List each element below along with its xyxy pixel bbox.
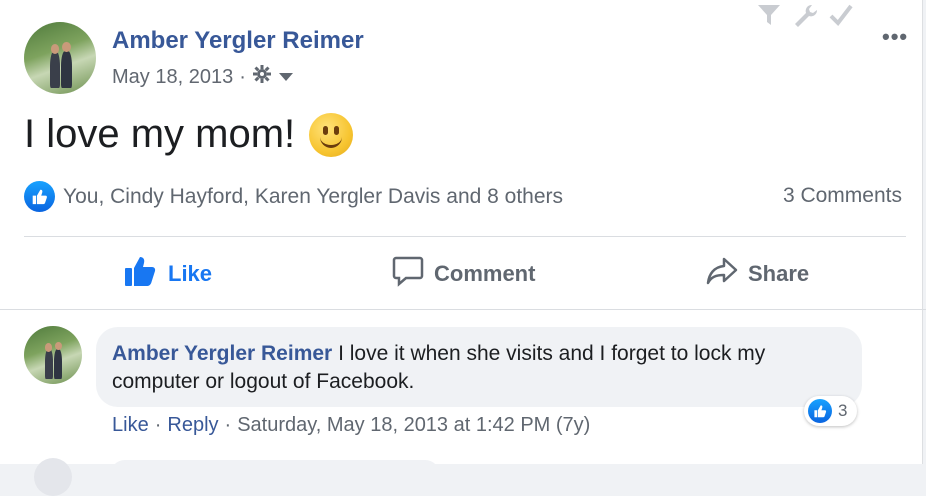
post-body: I love my mom! <box>24 112 354 157</box>
comment-actions: Like · Reply · Saturday, May 18, 2013 at… <box>112 414 590 437</box>
commenter-avatar[interactable] <box>24 326 82 384</box>
filter-icon[interactable] <box>756 2 782 35</box>
next-comment-bubble <box>110 460 440 490</box>
share-arrow-icon <box>706 256 738 292</box>
author-avatar[interactable] <box>24 22 96 94</box>
comment-reactions-badge[interactable]: 3 <box>804 396 858 426</box>
comments-count-link[interactable]: 3 Comments <box>783 184 902 208</box>
comment-body: Amber Yergler Reimer I love it when she … <box>112 340 858 396</box>
wrench-icon[interactable] <box>792 2 818 35</box>
reactions-summary[interactable]: You, Cindy Hayford, Karen Yergler Davis … <box>24 181 563 212</box>
like-button-label: Like <box>168 261 213 286</box>
privacy-gear-icon[interactable] <box>252 64 272 90</box>
share-button-label: Share <box>748 261 810 286</box>
post-text: I love my mom! <box>24 112 296 156</box>
post-date[interactable]: May 18, 2013 <box>112 66 233 89</box>
separator: · <box>224 414 232 436</box>
moderation-tools <box>756 2 854 35</box>
like-reaction-icon <box>808 399 832 423</box>
reactions-names[interactable]: You, Cindy Hayford, Karen Yergler Davis … <box>63 185 563 209</box>
meta-separator: · <box>239 65 246 88</box>
like-button[interactable]: Like <box>124 252 212 296</box>
comment-button[interactable]: Comment <box>392 252 535 296</box>
checkmark-icon[interactable] <box>828 2 854 35</box>
comment-reaction-count: 3 <box>838 401 848 420</box>
divider <box>24 236 906 237</box>
like-reaction-icon <box>24 181 55 212</box>
more-options-icon[interactable]: ••• <box>882 24 908 50</box>
post-meta: May 18, 2013 · <box>112 64 294 90</box>
separator: · <box>154 414 162 436</box>
divider <box>0 309 926 310</box>
comment-like-link[interactable]: Like <box>112 414 149 437</box>
share-button[interactable]: Share <box>706 252 809 296</box>
post-author-name[interactable]: Amber Yergler Reimer <box>112 27 364 55</box>
comment-author-name[interactable]: Amber Yergler Reimer <box>112 342 332 365</box>
chevron-down-icon[interactable] <box>278 66 294 89</box>
speech-bubble-icon <box>392 255 424 293</box>
comment-timestamp[interactable]: Saturday, May 18, 2013 at 1:42 PM (7y) <box>237 414 590 437</box>
comment-button-label: Comment <box>434 261 536 286</box>
comment-reply-link[interactable]: Reply <box>167 414 218 437</box>
smiling-face-icon <box>309 112 354 157</box>
thumbs-up-icon <box>124 255 158 293</box>
post-card: Amber Yergler Reimer May 18, 2013 · ••• … <box>0 0 926 496</box>
